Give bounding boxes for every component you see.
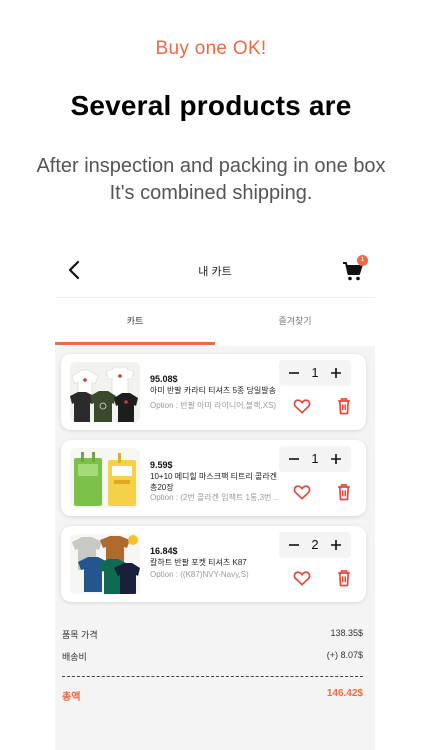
delete-item-button[interactable] <box>334 568 354 588</box>
tshirts-product-image <box>70 362 140 422</box>
pocket-tshirts-product-image <box>70 534 140 594</box>
promo-kicker: Buy one OK! <box>155 38 267 59</box>
heart-outline-icon <box>293 571 311 586</box>
trash-icon <box>338 398 350 415</box>
cart-item: 16.84$ 칼하트 반팔 포켓 티셔츠 K87 Option : ((K87)… <box>61 526 366 602</box>
favorite-button[interactable] <box>292 396 312 416</box>
item-price: 95.08$ <box>150 374 178 384</box>
promo-subtitle-line2: It's combined shipping. <box>109 182 313 204</box>
plus-icon <box>331 368 341 378</box>
quantity-value: 1 <box>311 365 319 380</box>
app-bar: 내 카트 1 <box>55 244 375 298</box>
promo-subtitle: After inspection and packing in one box … <box>0 153 422 207</box>
product-thumbnail[interactable] <box>70 362 140 422</box>
shipping-row: 배송비 (+) 8.07$ <box>62 650 363 663</box>
heart-outline-icon <box>293 399 311 414</box>
item-name: 아미 반팔 카라티 티셔츠 5종 당일발송 <box>150 386 276 395</box>
quantity-stepper: 1 <box>279 360 351 386</box>
decrease-quantity-button[interactable] <box>283 446 305 472</box>
minus-icon <box>289 544 299 546</box>
favorite-button[interactable] <box>292 568 312 588</box>
delete-item-button[interactable] <box>334 482 354 502</box>
tab-cart[interactable]: 카트 <box>55 298 215 344</box>
trash-icon <box>338 484 350 501</box>
cart-item: 9.59$ 10+10 메디힐 마스크팩 티트리 콜라겐 총20장 Option… <box>61 440 366 516</box>
increase-quantity-button[interactable] <box>325 360 347 386</box>
item-option: Option : 반팔 아미 라이니어,블랙,XS) <box>150 401 277 410</box>
tab-favorites[interactable]: 즐겨찾기 <box>215 298 375 344</box>
shipping-label: 배송비 <box>62 652 87 662</box>
page-title: 내 카트 <box>198 266 232 278</box>
item-price: 9.59$ <box>150 460 173 470</box>
item-name: 칼하트 반팔 포켓 티셔츠 K87 <box>150 558 247 567</box>
item-option: Option : ((K87)NVY-Navy,S) <box>150 570 249 579</box>
item-price-value: 138.35$ <box>330 628 363 638</box>
cart-list: 95.08$ 아미 반팔 카라티 티셔츠 5종 당일발송 Option : 반팔… <box>55 346 375 750</box>
quantity-value: 1 <box>311 451 319 466</box>
shipping-value: (+) 8.07$ <box>326 650 363 660</box>
item-option: Option : (2번 콜라겐 임팩트 1통,3번 ... <box>150 493 278 502</box>
promo-headline: Several products are <box>70 90 352 121</box>
item-name: 10+10 메디힐 마스크팩 티트리 콜라겐 총20장 <box>150 472 278 492</box>
item-price-row: 품목 가격 138.35$ <box>62 628 363 641</box>
plus-icon <box>331 540 341 550</box>
plus-icon <box>331 454 341 464</box>
minus-icon <box>289 458 299 460</box>
total-label: 총액 <box>62 692 81 703</box>
quantity-stepper: 1 <box>279 446 351 472</box>
increase-quantity-button[interactable] <box>325 532 347 558</box>
active-tab-indicator <box>55 342 215 345</box>
increase-quantity-button[interactable] <box>325 446 347 472</box>
promo-subtitle-line1: After inspection and packing in one box <box>36 155 386 177</box>
cart-item: 95.08$ 아미 반팔 카라티 티셔츠 5종 당일발송 Option : 반팔… <box>61 354 366 430</box>
total-row: 총액 146.42$ <box>62 688 363 703</box>
cart-button[interactable]: 1 <box>341 255 368 283</box>
quantity-value: 2 <box>311 537 319 552</box>
tab-bar: 카트 즐겨찾기 <box>55 298 375 345</box>
trash-icon <box>338 570 350 587</box>
total-value: 146.42$ <box>326 688 363 699</box>
decrease-quantity-button[interactable] <box>283 532 305 558</box>
heart-outline-icon <box>293 485 311 500</box>
phone-screen: 내 카트 1 카트 즐겨찾기 95.08$ 아미 반팔 카라티 티셔츠 5종 당… <box>55 244 375 750</box>
product-thumbnail[interactable] <box>70 448 140 508</box>
summary-divider <box>62 676 363 677</box>
decrease-quantity-button[interactable] <box>283 360 305 386</box>
favorite-button[interactable] <box>292 482 312 502</box>
item-price: 16.84$ <box>150 546 178 556</box>
item-price-label: 품목 가격 <box>62 630 98 640</box>
delete-item-button[interactable] <box>334 396 354 416</box>
minus-icon <box>289 372 299 374</box>
cart-count-badge: 1 <box>357 255 368 266</box>
quantity-stepper: 2 <box>279 532 351 558</box>
product-thumbnail[interactable] <box>70 534 140 594</box>
mask-pack-product-image <box>70 448 140 508</box>
